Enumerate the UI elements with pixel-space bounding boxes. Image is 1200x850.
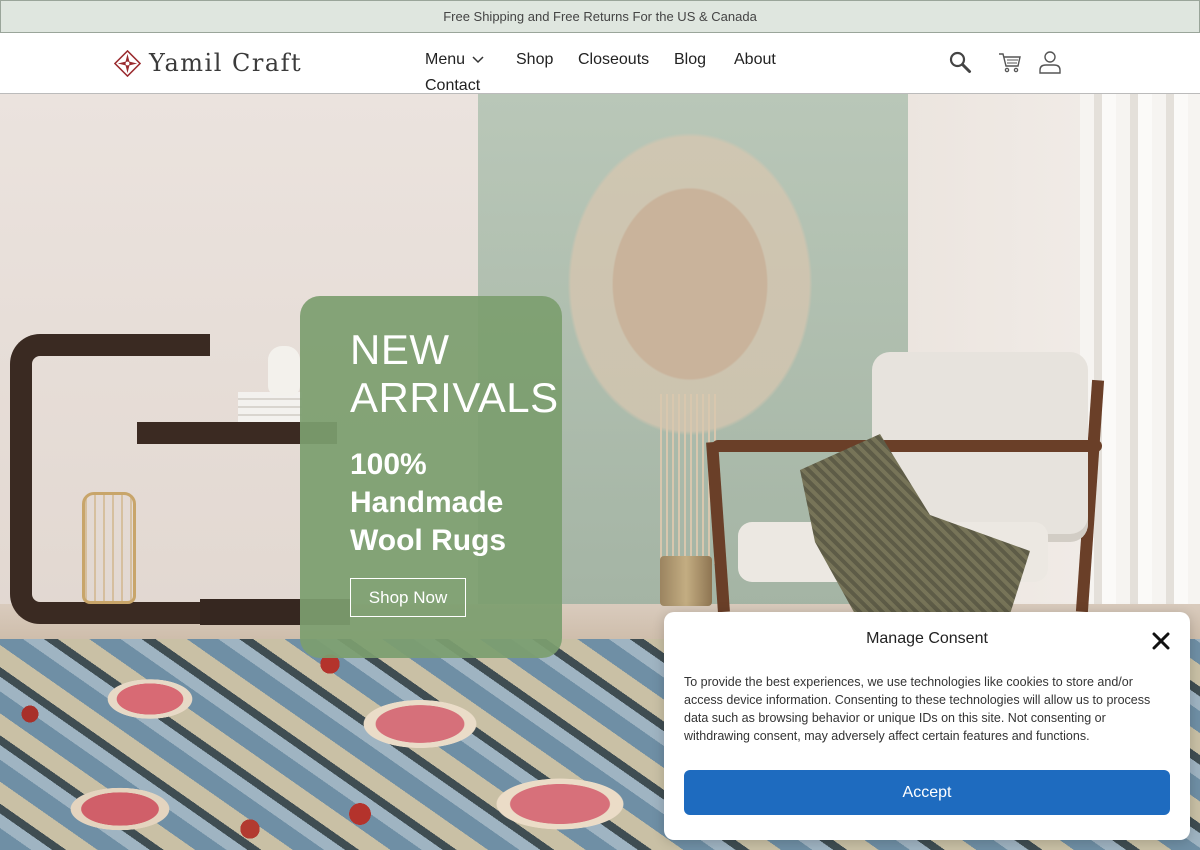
- promo-subtitle-line1: 100%: [350, 448, 427, 481]
- consent-title: Manage Consent: [866, 630, 988, 647]
- hero-lantern: [82, 492, 136, 604]
- announcement-bar: Free Shipping and Free Returns For the U…: [0, 0, 1200, 33]
- chevron-down-icon: [472, 56, 484, 64]
- promo-subtitle-line3: Wool Rugs: [350, 524, 507, 557]
- nav-item-contact[interactable]: Contact: [425, 77, 480, 95]
- nav-menu-label: Menu: [425, 51, 466, 68]
- promo-subtitle-line2: Handmade: [350, 486, 504, 519]
- hero-brass-pot: [660, 556, 712, 606]
- promo-subtitle: 100% Handmade Wool Rugs: [350, 446, 562, 560]
- hero-vase: [268, 346, 300, 396]
- close-icon[interactable]: [1150, 630, 1172, 652]
- promo-title: NEW ARRIVALS: [350, 326, 562, 422]
- nav-item-blog[interactable]: Blog: [674, 51, 706, 69]
- promo-card: NEW ARRIVALS 100% Handmade Wool Rugs Sho…: [300, 296, 562, 658]
- star-diamond-logo-icon: [114, 49, 141, 77]
- search-icon[interactable]: [948, 50, 972, 74]
- consent-dialog: Manage Consent To provide the best exper…: [664, 612, 1190, 840]
- accept-button[interactable]: Accept: [684, 770, 1170, 815]
- brand-logo[interactable]: Yamil Craft: [114, 49, 302, 77]
- nav-item-shop[interactable]: Shop: [516, 51, 553, 69]
- nav-item-menu[interactable]: Menu: [425, 51, 485, 69]
- hero-curtain: [1080, 94, 1200, 614]
- hero-books: [238, 392, 302, 422]
- shop-now-button[interactable]: Shop Now: [350, 578, 466, 617]
- promo-title-line1: NEW: [350, 326, 450, 373]
- brand-name: Yamil Craft: [149, 49, 303, 77]
- hero-chair-arm: [712, 440, 1102, 452]
- site-header: Yamil Craft Menu Shop Closeouts Blog Abo…: [0, 33, 1200, 94]
- nav-item-about[interactable]: About: [734, 51, 776, 69]
- cart-icon[interactable]: [998, 50, 1022, 74]
- user-icon[interactable]: [1038, 50, 1062, 74]
- nav-item-closeouts[interactable]: Closeouts: [578, 51, 649, 69]
- announcement-text: Free Shipping and Free Returns For the U…: [443, 9, 757, 24]
- promo-title-line2: ARRIVALS: [350, 374, 559, 421]
- consent-body: To provide the best experiences, we use …: [684, 675, 1151, 743]
